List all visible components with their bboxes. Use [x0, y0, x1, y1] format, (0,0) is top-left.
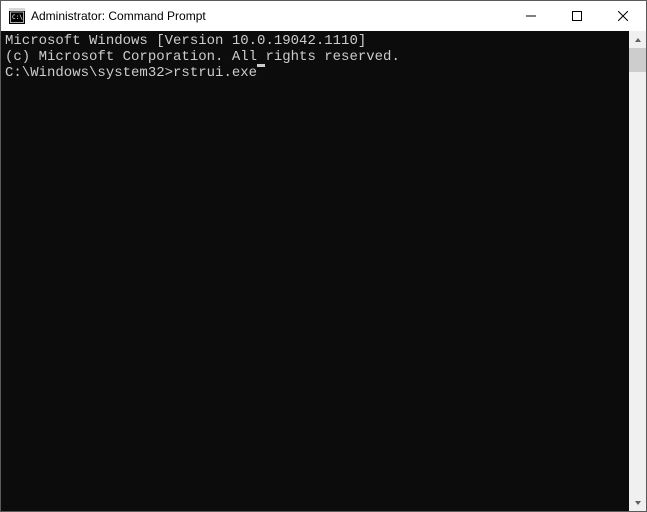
svg-text:C:\: C:\: [12, 14, 23, 21]
cmd-icon: C:\: [9, 8, 25, 24]
command-input[interactable]: rstrui.exe: [173, 65, 257, 81]
scroll-up-button[interactable]: [629, 31, 646, 48]
cursor-icon: [257, 64, 265, 67]
window-controls: [508, 1, 646, 31]
terminal-output[interactable]: Microsoft Windows [Version 10.0.19042.11…: [1, 31, 629, 511]
banner-line: (c) Microsoft Corporation. All rights re…: [5, 49, 629, 65]
client-area: Microsoft Windows [Version 10.0.19042.11…: [1, 31, 646, 511]
scrollbar-thumb[interactable]: [629, 48, 646, 72]
close-button[interactable]: [600, 1, 646, 31]
titlebar[interactable]: C:\ Administrator: Command Prompt: [1, 1, 646, 31]
maximize-button[interactable]: [554, 1, 600, 31]
banner-line: Microsoft Windows [Version 10.0.19042.11…: [5, 33, 629, 49]
scroll-down-button[interactable]: [629, 494, 646, 511]
prompt-line: C:\Windows\system32>rstrui.exe: [5, 65, 629, 81]
prompt-text: C:\Windows\system32>: [5, 65, 173, 81]
command-prompt-window: C:\ Administrator: Command Prompt Micros…: [0, 0, 647, 512]
scrollbar-track[interactable]: [629, 48, 646, 494]
minimize-button[interactable]: [508, 1, 554, 31]
vertical-scrollbar[interactable]: [629, 31, 646, 511]
window-title: Administrator: Command Prompt: [31, 9, 206, 23]
